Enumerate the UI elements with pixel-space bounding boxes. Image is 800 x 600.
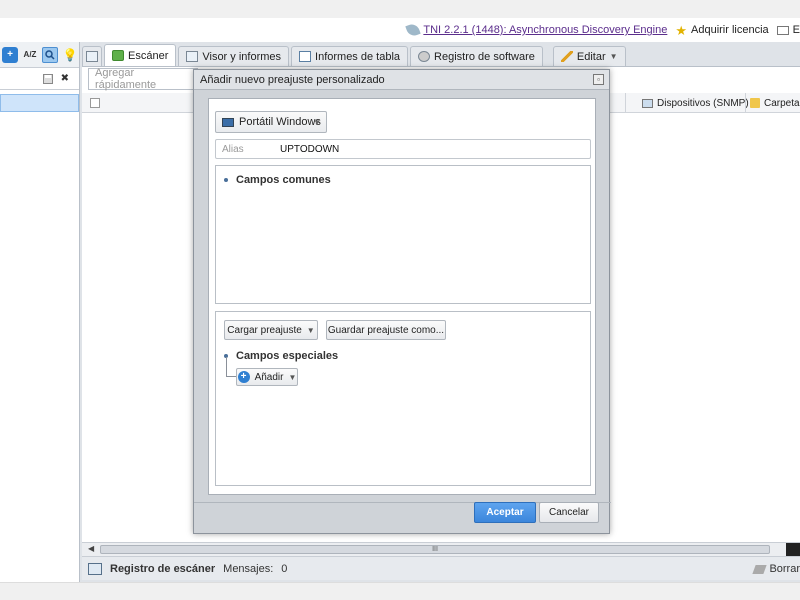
add-circle-icon: + bbox=[237, 371, 250, 383]
search-icon[interactable] bbox=[42, 46, 58, 63]
tab-scanner[interactable]: Escáner bbox=[104, 44, 177, 66]
monitor-icon bbox=[642, 98, 653, 108]
close-icon[interactable]: ▫ bbox=[593, 74, 604, 85]
device-type-select[interactable]: Portátil Windows ▼ bbox=[215, 111, 327, 133]
dialog-title: Añadir nuevo preajuste personalizado bbox=[200, 73, 385, 86]
laptop-icon bbox=[222, 117, 234, 127]
main-tabs: Escáner Visor y informes Informes de tab… bbox=[82, 44, 626, 66]
tab-overview[interactable] bbox=[82, 46, 102, 66]
left-selected-item[interactable] bbox=[0, 94, 79, 112]
app-title-row: TNI 2.2.1 (1448): Asynchronous Discovery… bbox=[0, 18, 800, 42]
device-type-value: Portátil Windows bbox=[239, 116, 321, 128]
email-text[interactable]: E bbox=[793, 24, 800, 36]
os-top-strip bbox=[0, 0, 800, 18]
column-header-folder[interactable]: Carpeta d bbox=[745, 93, 800, 113]
dialog-header: Añadir nuevo preajuste personalizado ▫ bbox=[194, 70, 609, 90]
cancel-button[interactable]: Cancelar bbox=[539, 502, 599, 523]
buy-license-link[interactable]: ★ Adquirir licencia bbox=[675, 24, 768, 37]
tab-edit-label: Editar bbox=[576, 50, 606, 63]
viewer-icon bbox=[186, 51, 199, 62]
scanner-log-title: Registro de escáner bbox=[110, 562, 216, 575]
email-link[interactable]: E bbox=[776, 24, 800, 36]
tab-viewer-label: Visor y informes bbox=[202, 50, 282, 63]
scrollbar-thumb[interactable]: III bbox=[100, 545, 770, 554]
alias-field[interactable]: Alias UPTODOWN bbox=[215, 139, 591, 159]
tab-edit-menu[interactable]: Editar ▼ bbox=[552, 46, 626, 66]
clear-log-button[interactable]: Borrar bbox=[752, 557, 800, 581]
add-icon[interactable]: + bbox=[2, 46, 18, 63]
add-field-label: Añadir bbox=[254, 371, 284, 383]
tree-connector bbox=[226, 357, 236, 377]
alias-label: Alias bbox=[222, 143, 244, 155]
load-preset-label: Cargar preajuste bbox=[227, 324, 302, 336]
pencil-icon bbox=[560, 51, 573, 62]
software-icon bbox=[418, 51, 431, 62]
scroll-left-arrow-icon[interactable]: ◀ bbox=[88, 544, 94, 553]
tab-software-registry[interactable]: Registro de software bbox=[410, 46, 543, 66]
star-icon: ★ bbox=[675, 22, 687, 38]
alias-value[interactable]: UPTODOWN bbox=[280, 144, 339, 155]
special-fields-node[interactable]: Campos especiales bbox=[224, 350, 338, 362]
clear-icon[interactable]: ✖ bbox=[61, 73, 69, 84]
tab-scanner-label: Escáner bbox=[128, 49, 169, 62]
save-preset-label: Guardar preajuste como... bbox=[327, 324, 445, 336]
folder-icon bbox=[750, 98, 760, 108]
add-field-button[interactable]: + Añadir ▼ bbox=[236, 368, 298, 386]
common-fields-node[interactable]: Campos comunes bbox=[224, 174, 331, 186]
chevron-down-icon: ▼ bbox=[313, 117, 321, 127]
tab-table-label: Informes de tabla bbox=[315, 50, 401, 63]
clear-log-label: Borrar bbox=[769, 563, 800, 575]
dialog-content: Portátil Windows ▼ Alias UPTODOWN Campos… bbox=[208, 98, 596, 495]
left-toolbar: + A/Z 💡 bbox=[0, 42, 79, 68]
overview-icon bbox=[86, 51, 98, 62]
common-fields-label: Campos comunes bbox=[236, 174, 331, 186]
left-search-bar[interactable]: ✖ bbox=[0, 68, 79, 90]
special-fields-panel: Cargar preajuste ▼ Guardar preajuste com… bbox=[215, 311, 591, 486]
eraser-icon bbox=[752, 564, 768, 574]
tree-bullet-icon bbox=[224, 178, 228, 182]
scanner-icon bbox=[112, 50, 124, 61]
buy-license-text[interactable]: Adquirir licencia bbox=[691, 24, 769, 36]
horizontal-scrollbar[interactable]: ◀ III bbox=[82, 542, 800, 557]
tab-software-label: Registro de software bbox=[434, 50, 535, 63]
lightbulb-icon[interactable]: 💡 bbox=[62, 47, 78, 63]
scroll-corner bbox=[786, 543, 800, 557]
tab-viewer-reports[interactable]: Visor y informes bbox=[178, 46, 290, 66]
quick-add-input[interactable]: Agregar rápidamente bbox=[88, 67, 198, 91]
scanner-log-icon bbox=[88, 562, 102, 575]
os-bottom-strip bbox=[0, 582, 800, 600]
status-bar: Registro de escáner Mensajes: 0 Borrar bbox=[82, 556, 800, 580]
mail-icon bbox=[776, 25, 789, 35]
messages-label: Mensajes: bbox=[223, 562, 274, 575]
chevron-down-icon: ▼ bbox=[306, 325, 315, 335]
load-preset-button[interactable]: Cargar preajuste ▼ bbox=[224, 320, 318, 340]
column-header-snmp[interactable]: Dispositivos (SNMP) bbox=[625, 93, 749, 113]
accept-button[interactable]: Aceptar bbox=[474, 502, 536, 523]
leaf-icon bbox=[405, 22, 422, 38]
add-preset-dialog: Añadir nuevo preajuste personalizado ▫ P… bbox=[193, 69, 611, 534]
save-preset-button[interactable]: Guardar preajuste como... bbox=[326, 320, 446, 340]
column-header-snmp-label: Dispositivos (SNMP) bbox=[657, 97, 749, 109]
chevron-down-icon: ▼ bbox=[288, 372, 297, 382]
app-version-text[interactable]: TNI 2.2.1 (1448): Asynchronous Discovery… bbox=[423, 24, 667, 36]
tab-table-reports[interactable]: Informes de tabla bbox=[291, 46, 409, 66]
left-panel: + A/Z 💡 ✖ bbox=[0, 42, 80, 582]
table-icon bbox=[299, 51, 312, 62]
select-all-checkbox[interactable] bbox=[90, 98, 100, 108]
chevron-down-icon: ▼ bbox=[609, 52, 618, 61]
messages-count: 0 bbox=[281, 562, 288, 575]
save-icon[interactable] bbox=[42, 73, 53, 84]
column-header-folder-label: Carpeta d bbox=[764, 97, 800, 109]
special-fields-label: Campos especiales bbox=[236, 350, 339, 362]
common-fields-panel: Campos comunes bbox=[215, 165, 591, 304]
sort-az-icon[interactable]: A/Z bbox=[22, 47, 38, 63]
app-version-link[interactable]: TNI 2.2.1 (1448): Asynchronous Discovery… bbox=[405, 22, 667, 38]
